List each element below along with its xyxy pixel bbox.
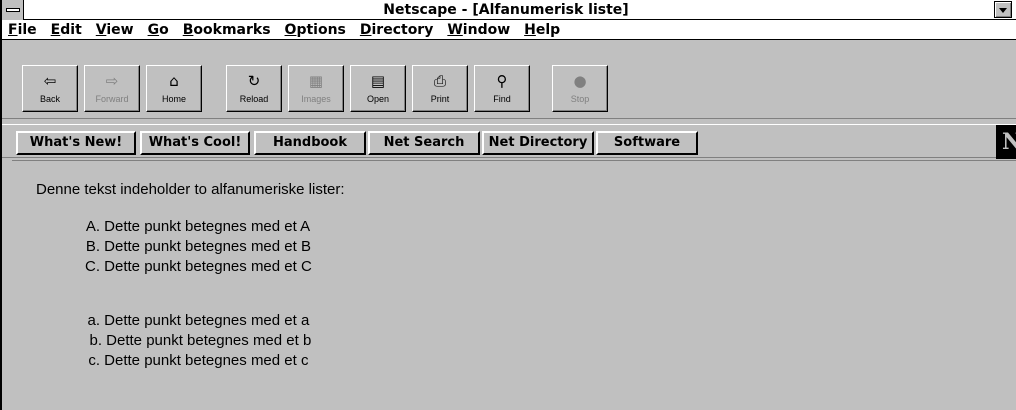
menu-window[interactable]: Window <box>447 21 510 39</box>
menu-file-label: ile <box>17 21 37 38</box>
list-marker: C. <box>85 258 100 275</box>
menu-directory[interactable]: Directory <box>360 21 433 39</box>
images-label: Images <box>301 94 331 104</box>
maximize-button[interactable] <box>994 1 1012 18</box>
menu-window-label: indow <box>462 21 511 38</box>
menu-go-accel: G <box>147 21 160 38</box>
back-button[interactable]: ⇦ Back <box>22 65 78 112</box>
printer-icon: ⎙ <box>433 72 446 90</box>
net-search-button[interactable]: Net Search <box>368 131 480 155</box>
list-item: c. Dette punkt betegnes med et c <box>84 351 311 371</box>
menu-bar: File Edit View Go Bookmarks Options Dire… <box>2 20 1016 40</box>
list-item-text: Dette punkt betegnes med et B <box>104 238 311 255</box>
menu-bookmarks[interactable]: Bookmarks <box>183 21 271 39</box>
list-item-text: Dette punkt betegnes med et A <box>104 218 311 235</box>
intro-text: Denne tekst indeholder to alfanumeriske … <box>36 181 345 198</box>
list-marker: b. <box>89 332 102 349</box>
system-menu-icon <box>6 8 20 12</box>
menu-options[interactable]: Options <box>285 21 346 39</box>
menu-go-label: o <box>159 21 169 38</box>
images-button[interactable]: ▦ Images <box>288 65 344 112</box>
list-marker: B. <box>85 238 100 255</box>
net-directory-button[interactable]: Net Directory <box>482 131 594 155</box>
netscape-logo-letter: N <box>1002 129 1016 155</box>
menu-help[interactable]: Help <box>524 21 560 39</box>
menu-window-accel: W <box>447 21 463 38</box>
list-marker: a. <box>87 312 100 329</box>
images-icon: ▦ <box>308 72 324 90</box>
stop-label: Stop <box>570 94 590 104</box>
menu-bookmarks-label: ookmarks <box>193 21 271 38</box>
stop-button[interactable]: ● Stop <box>552 65 608 112</box>
menu-bookmarks-accel: B <box>182 21 194 38</box>
stop-icon: ● <box>573 72 587 90</box>
print-label: Print <box>430 94 450 104</box>
page-content: Denne tekst indeholder to alfanumeriske … <box>12 160 1016 410</box>
open-button[interactable]: ▤ Open <box>350 65 406 112</box>
reload-icon: ↻ <box>247 72 261 90</box>
back-arrow-icon: ⇦ <box>43 72 57 90</box>
list-item: b. Dette punkt betegnes med et b <box>84 331 311 351</box>
lowercase-list: a. Dette punkt betegnes med et a b. Dett… <box>84 311 311 371</box>
menu-options-accel: O <box>284 21 297 38</box>
list-marker: c. <box>88 352 100 369</box>
reload-button[interactable]: ↻ Reload <box>226 65 282 112</box>
print-button[interactable]: ⎙ Print <box>412 65 468 112</box>
open-icon: ▤ <box>370 72 386 90</box>
home-label: Home <box>161 94 186 104</box>
whats-cool-button[interactable]: What's Cool! <box>140 131 250 155</box>
netscape-logo[interactable]: N <box>996 125 1016 159</box>
directory-button-bar: What's New! What's Cool! Handbook Net Se… <box>2 124 1016 159</box>
menu-edit-accel: E <box>50 21 61 38</box>
navigation-toolbar: ⇦ Back ⇨ Forward ⌂ Home ↻ Reload ▦ Image… <box>2 41 1016 119</box>
find-button[interactable]: ⚲ Find <box>474 65 530 112</box>
menu-help-accel: H <box>524 21 536 38</box>
menu-options-label: ptions <box>296 21 346 38</box>
list-item: a. Dette punkt betegnes med et a <box>84 311 311 331</box>
title-bar: Netscape - [Alfanumerisk liste] <box>2 0 1016 20</box>
menu-edit-label: dit <box>60 21 82 38</box>
list-item: C. Dette punkt betegnes med et C <box>84 257 312 277</box>
menu-edit[interactable]: Edit <box>51 21 82 39</box>
browser-window: Netscape - [Alfanumerisk liste] File Edi… <box>0 0 1016 410</box>
forward-label: Forward <box>95 94 129 104</box>
uppercase-list: A. Dette punkt betegnes med et A B. Dett… <box>84 217 312 277</box>
find-label: Find <box>493 94 511 104</box>
menu-view-accel: V <box>95 21 107 38</box>
menu-view-label: iew <box>106 21 134 38</box>
whats-new-button[interactable]: What's New! <box>16 131 136 155</box>
window-title: Netscape - [Alfanumerisk liste] <box>383 2 629 18</box>
list-item-text: Dette punkt betegnes med et c <box>104 352 309 369</box>
handbook-button[interactable]: Handbook <box>254 131 366 155</box>
menu-file[interactable]: File <box>8 21 37 39</box>
forward-arrow-icon: ⇨ <box>105 72 119 90</box>
list-item-text: Dette punkt betegnes med et a <box>104 312 310 329</box>
software-button[interactable]: Software <box>596 131 698 155</box>
menu-directory-label: irectory <box>371 21 434 38</box>
back-label: Back <box>39 94 60 104</box>
list-item-text: Dette punkt betegnes med et C <box>104 258 312 275</box>
system-menu-button[interactable] <box>2 0 24 20</box>
reload-label: Reload <box>239 94 269 104</box>
menu-go[interactable]: Go <box>148 21 169 39</box>
open-label: Open <box>366 94 390 104</box>
binoculars-icon: ⚲ <box>496 72 508 90</box>
list-item-text: Dette punkt betegnes med et b <box>106 332 312 349</box>
menu-help-label: elp <box>535 21 561 38</box>
menu-directory-accel: D <box>359 21 372 38</box>
list-item: B. Dette punkt betegnes med et B <box>84 237 312 257</box>
menu-view[interactable]: View <box>96 21 134 39</box>
menu-file-accel: F <box>8 21 18 38</box>
home-button[interactable]: ⌂ Home <box>146 65 202 112</box>
list-item: A. Dette punkt betegnes med et A <box>84 217 312 237</box>
home-icon: ⌂ <box>169 72 179 90</box>
forward-button[interactable]: ⇨ Forward <box>84 65 140 112</box>
list-marker: A. <box>85 218 100 235</box>
